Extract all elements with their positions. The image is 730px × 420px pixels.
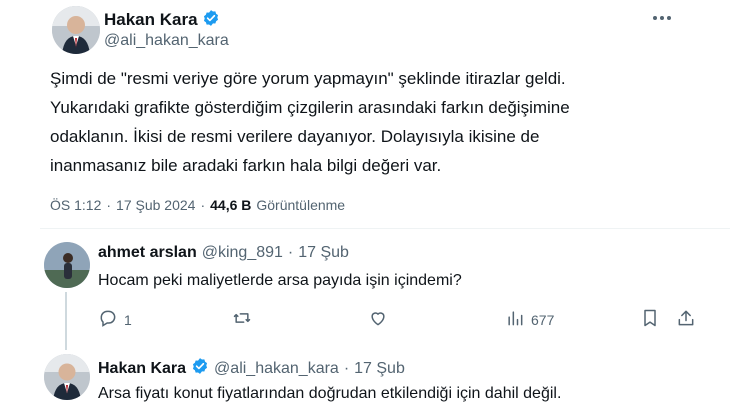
tweet-text-line: Yukarıdaki grafikte gösterdiğim çizgiler… [50,98,570,117]
tweet-text-line: inanmasanız bile aradaki farkın hala bil… [50,156,442,175]
reply-button[interactable]: 1 [98,308,132,331]
verified-badge-icon [202,9,220,32]
reply-icon [98,308,118,331]
reply-author-handle[interactable]: @king_891 [202,244,283,262]
reply-count: 1 [124,311,132,328]
views-count: 677 [531,311,555,328]
bookmark-icon [640,308,660,331]
share-icon [676,308,696,331]
reply-text: Arsa fiyatı konut fiyatlarından doğrudan… [98,385,562,402]
meta-separator: · [200,197,206,213]
like-button[interactable] [368,308,388,331]
views-label: Görüntülenme [256,197,346,213]
meta-separator: · [287,244,294,261]
tweet-text-line: Şimdi de "resmi veriye göre yorum yapmay… [50,69,566,88]
tweet-text-line: odaklanın. İkisi de resmi verilere dayan… [50,127,540,146]
meta-separator: · [106,197,112,213]
divider [40,228,730,229]
author-handle[interactable]: @ali_hakan_kara [104,32,229,50]
tweet-meta: ÖS 1:12 · 17 Şub 2024 · 44,6 B Görüntüle… [50,197,345,213]
reply-thread-line [65,292,67,350]
share-button[interactable] [676,308,696,331]
tweet-date[interactable]: 17 Şub 2024 [116,197,195,213]
reply-date[interactable]: 17 Şub [354,360,405,378]
views-icon [505,308,525,331]
verified-badge-icon [191,357,209,380]
reply-author-avatar[interactable] [44,242,90,288]
bookmark-button[interactable] [640,308,660,331]
retweet-icon [232,308,252,331]
like-icon [368,308,388,331]
tweet-text: Şimdi de "resmi veriye göre yorum yapmay… [50,64,710,180]
more-horizontal-icon[interactable] [650,10,674,26]
reply-author-avatar[interactable] [44,354,90,400]
reply-author-handle[interactable]: @ali_hakan_kara [214,360,339,378]
retweet-button[interactable] [232,308,252,331]
meta-separator: · [343,359,350,377]
author-avatar[interactable] [52,6,100,54]
reply-author-name[interactable]: Hakan Kara [98,360,186,378]
views-count: 44,6 B [210,197,252,213]
tweet-time[interactable]: ÖS 1:12 [50,197,101,213]
reply-author-name[interactable]: ahmet arslan [98,244,197,262]
reply-text: Hocam peki maliyetlerde arsa payıda işin… [98,272,462,289]
reply-date[interactable]: 17 Şub [298,244,349,262]
views-button[interactable]: 677 [505,308,554,331]
author-name[interactable]: Hakan Kara [104,10,198,30]
